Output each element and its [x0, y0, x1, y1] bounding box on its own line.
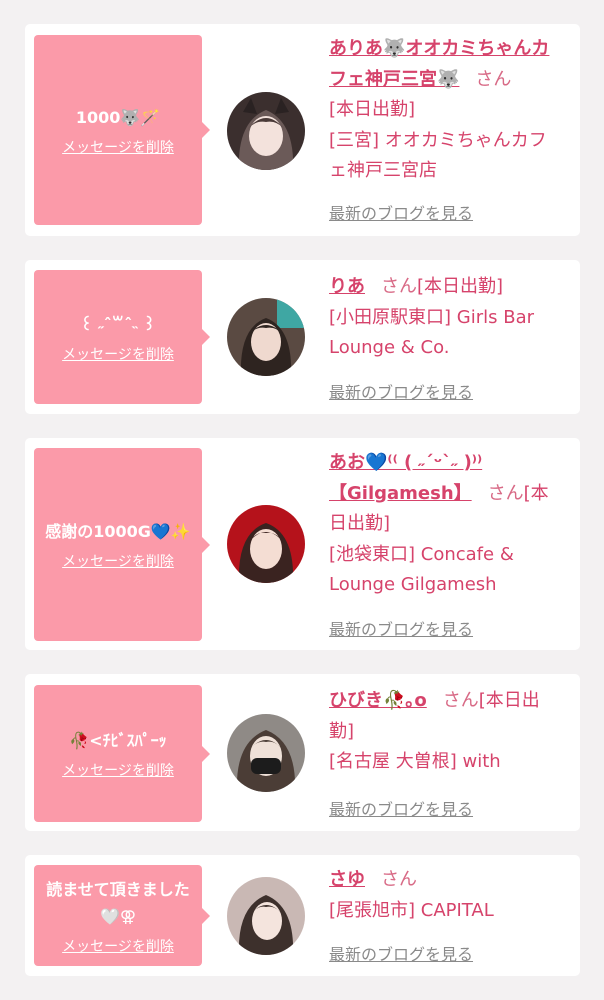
cast-info: あお💙⁽⁽ ( ˶ˊᵕˋ˶ )⁾⁾【Gilgamesh】 さん[本日出勤] [池袋…	[329, 448, 563, 601]
message-text: 🥀<ﾁﾋﾞｽﾊﾟｰｯ	[69, 731, 167, 750]
latest-blog-link[interactable]: 最新のブログを見る	[329, 796, 473, 820]
cast-name-link[interactable]: あお💙⁽⁽ ( ˶ˊᵕˋ˶ )⁾⁾【Gilgamesh】	[329, 452, 482, 504]
avatar[interactable]	[227, 877, 305, 955]
cast-info: りあ さん[本日出勤] [小田原駅東口] Girls Bar Lounge & C…	[329, 272, 563, 364]
message-text: ꒰ ˶ˆ꒳ˆ˵ ꒱	[80, 314, 156, 334]
shop-name: [名古屋 大曽根] with	[329, 751, 501, 772]
attendance-status: [本日出勤]	[329, 99, 416, 120]
message-bubble: 1000🐺🪄 メッセージを削除	[34, 35, 210, 225]
shop-name: [三宮] オオカミちゃんカフェ神戸三宮店	[329, 129, 547, 182]
message-card: ꒰ ˶ˆ꒳ˆ˵ ꒱ メッセージを削除 りあ さん[本日出勤] [小田原駅東口] G…	[25, 260, 580, 414]
message-card: 読ませて頂きました🤍⚢ メッセージを削除 さゆ さん [尾張旭市] CAPITAL…	[25, 855, 580, 976]
avatar[interactable]	[227, 714, 305, 792]
delete-message-link[interactable]: メッセージを削除	[62, 936, 174, 956]
message-text: 感謝の1000G💙✨	[45, 522, 191, 541]
avatar[interactable]	[227, 505, 305, 583]
latest-blog-link[interactable]: 最新のブログを見る	[329, 616, 473, 640]
honorific: さん	[487, 482, 524, 504]
shop-name: [池袋東口] Concafe & Lounge Gilgamesh	[329, 543, 514, 596]
shop-name: [小田原駅東口] Girls Bar Lounge & Co.	[329, 306, 534, 359]
cast-info: ありあ🐺オオカミちゃんカフェ神戸三宮🐺 さん [本日出勤] [三宮] オオカミちゃ…	[329, 34, 563, 187]
delete-message-link[interactable]: メッセージを削除	[62, 344, 174, 364]
delete-message-link[interactable]: メッセージを削除	[62, 760, 174, 780]
attendance-status: [本日出勤]	[417, 276, 504, 297]
cast-name-link[interactable]: ありあ🐺オオカミちゃんカフェ神戸三宮🐺	[329, 38, 549, 90]
delete-message-link[interactable]: メッセージを削除	[62, 137, 174, 157]
avatar[interactable]	[227, 92, 305, 170]
honorific: さん	[442, 690, 479, 711]
honorific: さん	[475, 68, 512, 90]
message-bubble: 読ませて頂きました🤍⚢ メッセージを削除	[34, 865, 210, 966]
cast-info: さゆ さん [尾張旭市] CAPITAL	[329, 865, 563, 926]
shop-name: [尾張旭市] CAPITAL	[329, 899, 494, 921]
cast-name-link[interactable]: ひびき🥀｡o	[329, 690, 427, 711]
delete-message-link[interactable]: メッセージを削除	[62, 551, 174, 571]
message-card: 1000🐺🪄 メッセージを削除 ありあ🐺オオカミちゃんカフェ神戸三宮🐺 さん [本…	[25, 24, 580, 236]
cast-info: ひびき🥀｡o さん[本日出勤] [名古屋 大曽根] with	[329, 686, 563, 778]
message-card: 🥀<ﾁﾋﾞｽﾊﾟｰｯ メッセージを削除 ひびき🥀｡o さん[本日出勤] [名古屋 …	[25, 674, 580, 831]
avatar[interactable]	[227, 298, 305, 376]
message-bubble: 感謝の1000G💙✨ メッセージを削除	[34, 448, 210, 641]
cast-name-link[interactable]: りあ	[329, 276, 365, 297]
message-bubble: ꒰ ˶ˆ꒳ˆ˵ ꒱ メッセージを削除	[34, 270, 210, 404]
message-bubble: 🥀<ﾁﾋﾞｽﾊﾟｰｯ メッセージを削除	[34, 685, 210, 822]
message-card: 感謝の1000G💙✨ メッセージを削除 あお💙⁽⁽ ( ˶ˊᵕˋ˶ )⁾⁾【Gi…	[25, 438, 580, 650]
latest-blog-link[interactable]: 最新のブログを見る	[329, 379, 473, 403]
cast-name-link[interactable]: さゆ	[329, 869, 365, 890]
message-text: 1000🐺🪄	[75, 107, 161, 127]
latest-blog-link[interactable]: 最新のブログを見る	[329, 941, 473, 965]
honorific: さん	[381, 276, 417, 297]
message-text: 読ませて頂きました🤍⚢	[46, 879, 190, 926]
honorific: さん	[381, 869, 417, 890]
latest-blog-link[interactable]: 最新のブログを見る	[329, 200, 473, 224]
